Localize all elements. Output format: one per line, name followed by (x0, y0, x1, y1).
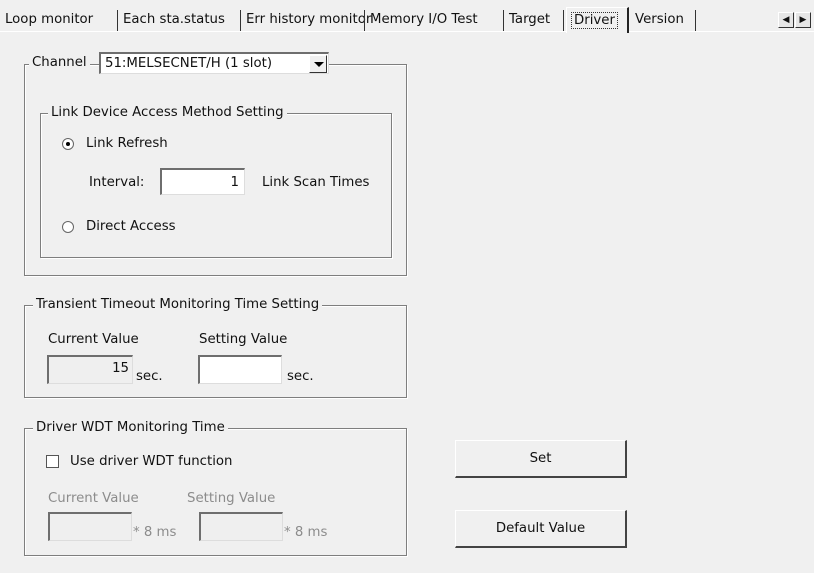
default-value-button-label: Default Value (495, 521, 586, 536)
wdt-current-value (48, 512, 132, 541)
tab-loop-monitor[interactable]: Loop monitor (0, 9, 118, 31)
use-wdt-label[interactable]: Use driver WDT function (70, 454, 232, 470)
link-refresh-label[interactable]: Link Refresh (86, 136, 168, 152)
radio-selected-dot (66, 142, 70, 146)
tab-memory-io-test[interactable]: Memory I/O Test (365, 9, 504, 31)
set-button-label: Set (529, 451, 552, 466)
interval-input[interactable]: 1 (160, 168, 245, 195)
transient-timeout-group (24, 305, 407, 398)
arrow-left-icon: ◀ (782, 15, 790, 25)
transient-timeout-title: Transient Timeout Monitoring Time Settin… (33, 297, 323, 313)
tab-driver[interactable]: Driver (566, 7, 629, 33)
wdt-setting-input (199, 512, 283, 541)
transient-setting-unit: sec. (287, 369, 314, 384)
transient-current-value: 15 (47, 355, 133, 384)
channel-dropdown-button[interactable] (309, 55, 327, 73)
interval-unit-label: Link Scan Times (262, 175, 370, 190)
wdt-setting-unit: * 8 ms (284, 525, 328, 540)
transient-current-label: Current Value (48, 332, 139, 347)
chevron-down-icon (314, 62, 324, 67)
tab-version[interactable]: Version (630, 9, 696, 31)
tab-err-history-monitor[interactable]: Err history monitor (241, 9, 371, 31)
tab-scroll-right-button[interactable]: ▶ (795, 12, 811, 28)
transient-current-unit: sec. (136, 369, 163, 384)
link-refresh-radio[interactable] (62, 138, 74, 150)
channel-selected-value: 51:MELSECNET/H (1 slot) (105, 56, 273, 71)
transient-setting-input[interactable] (198, 355, 282, 384)
direct-access-radio[interactable] (62, 221, 74, 233)
tab-bar: Loop monitor Each sta.status Err history… (0, 0, 814, 34)
link-access-title: Link Device Access Method Setting (48, 105, 287, 121)
interval-label: Interval: (89, 175, 145, 190)
tab-each-sta-status[interactable]: Each sta.status (118, 9, 241, 31)
wdt-current-unit: * 8 ms (133, 525, 177, 540)
wdt-current-label: Current Value (48, 491, 139, 506)
wdt-setting-label: Setting Value (187, 491, 276, 506)
use-wdt-checkbox[interactable] (46, 455, 59, 468)
tab-scroll-left-button[interactable]: ◀ (778, 12, 794, 28)
direct-access-label[interactable]: Direct Access (86, 219, 176, 235)
channel-select[interactable]: 51:MELSECNET/H (1 slot) (99, 52, 329, 74)
set-button[interactable]: Set (455, 440, 627, 478)
arrow-right-icon: ▶ (799, 15, 807, 25)
driver-wdt-title: Driver WDT Monitoring Time (33, 420, 228, 436)
tab-target[interactable]: Target (504, 9, 564, 31)
default-value-button[interactable]: Default Value (455, 510, 627, 548)
transient-setting-label: Setting Value (199, 332, 288, 347)
channel-label: Channel (29, 54, 90, 72)
